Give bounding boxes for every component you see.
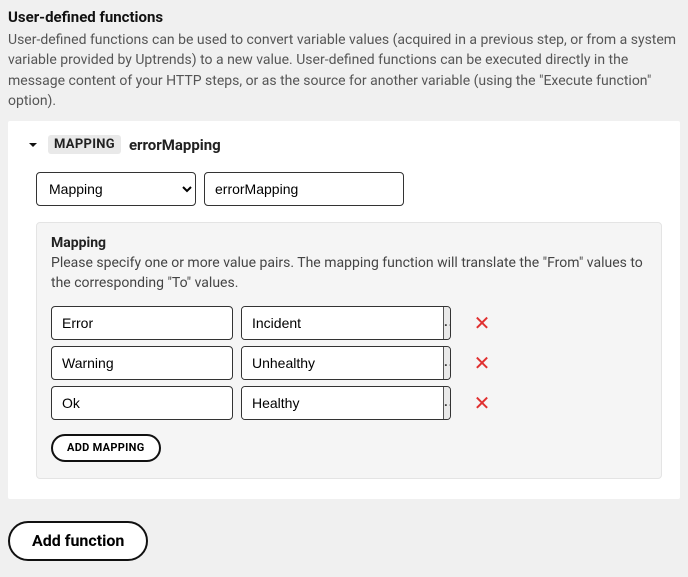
- mapping-description: Please specify one or more value pairs. …: [51, 253, 647, 294]
- function-card: MAPPING errorMapping Mapping Mapping Ple…: [8, 121, 680, 499]
- mapping-from-input[interactable]: [51, 386, 233, 420]
- variable-picker-button[interactable]: ...: [443, 347, 451, 379]
- mapping-to-input[interactable]: [242, 347, 443, 379]
- add-function-button[interactable]: Add function: [8, 521, 148, 561]
- mapping-pair-row: ... ✕: [51, 346, 647, 380]
- function-type-tag: MAPPING: [48, 135, 121, 154]
- function-card-header: MAPPING errorMapping: [26, 135, 662, 154]
- mapping-to-input[interactable]: [242, 387, 443, 419]
- section-description: User-defined functions can be used to co…: [8, 30, 680, 111]
- section-title: User-defined functions: [8, 8, 680, 26]
- mapping-title: Mapping: [51, 235, 647, 251]
- section-header: User-defined functions User-defined func…: [0, 0, 688, 115]
- mapping-from-input[interactable]: [51, 346, 233, 380]
- variable-picker-button[interactable]: ...: [443, 307, 451, 339]
- function-name-input[interactable]: [204, 172, 404, 206]
- variable-picker-button[interactable]: ...: [443, 387, 451, 419]
- mapping-pair-row: ... ✕: [51, 386, 647, 420]
- mapping-to-wrap: ...: [241, 386, 451, 420]
- add-mapping-button[interactable]: ADD MAPPING: [51, 434, 161, 462]
- delete-icon[interactable]: ✕: [469, 350, 495, 376]
- mapping-to-wrap: ...: [241, 346, 451, 380]
- footer: Add function: [0, 499, 688, 571]
- mapping-to-wrap: ...: [241, 306, 451, 340]
- function-type-select[interactable]: Mapping: [36, 172, 196, 206]
- mapping-box: Mapping Please specify one or more value…: [36, 222, 662, 479]
- mapping-from-input[interactable]: [51, 306, 233, 340]
- function-name-label: errorMapping: [129, 136, 221, 154]
- function-config-row: Mapping: [36, 172, 662, 206]
- mapping-to-input[interactable]: [242, 307, 443, 339]
- delete-icon[interactable]: ✕: [469, 390, 495, 416]
- chevron-down-icon[interactable]: [26, 138, 40, 152]
- mapping-pair-row: ... ✕: [51, 306, 647, 340]
- delete-icon[interactable]: ✕: [469, 310, 495, 336]
